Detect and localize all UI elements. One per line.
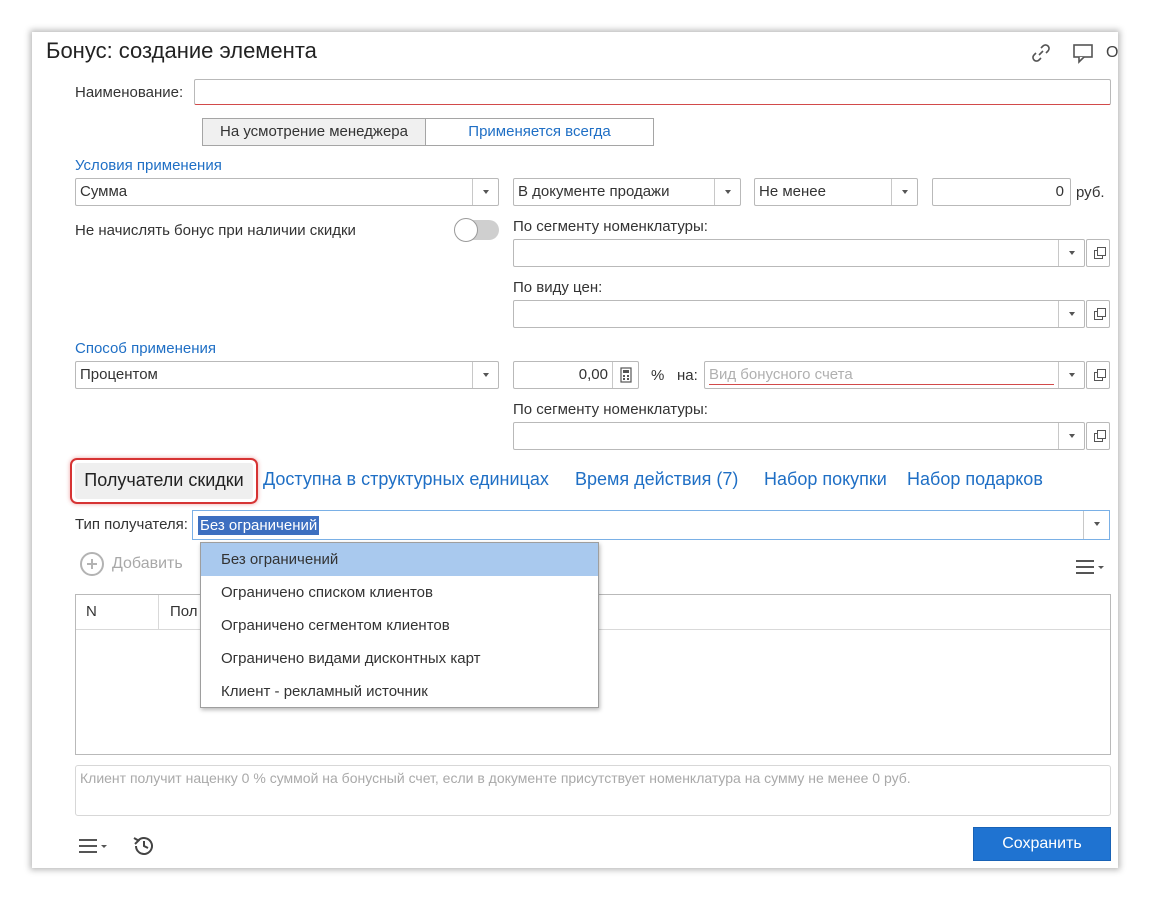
percent-sign: %	[651, 367, 665, 384]
on-label: на:	[677, 367, 698, 384]
mode-always-option[interactable]: Применяется всегда	[426, 119, 653, 145]
history-icon[interactable]	[130, 832, 158, 860]
price-type-label: По виду цен:	[513, 279, 603, 296]
name-input[interactable]	[194, 79, 1111, 105]
bonus-account-select[interactable]: Вид бонусного счета	[704, 361, 1085, 389]
chevron-down-icon[interactable]	[472, 362, 498, 388]
dropdown-option[interactable]: Ограничено списком клиентов	[201, 576, 598, 609]
tab-validity-time[interactable]: Время действия (7)	[575, 469, 738, 490]
discussion-icon[interactable]	[1072, 42, 1094, 64]
application-segment-select[interactable]	[513, 422, 1085, 450]
tab-purchase-set[interactable]: Набор покупки	[764, 469, 887, 490]
condition-type-select[interactable]: Сумма	[75, 178, 499, 206]
open-icon[interactable]	[1086, 300, 1110, 328]
currency-label: руб.	[1076, 184, 1105, 201]
conditions-section-title: Условия применения	[75, 157, 222, 174]
application-section-title: Способ применения	[75, 340, 216, 357]
chevron-down-icon[interactable]	[1058, 240, 1084, 266]
chevron-down-icon[interactable]	[714, 179, 740, 205]
window-title: Бонус: создание элемента	[46, 38, 317, 63]
amount-input[interactable]: 0	[932, 178, 1071, 206]
link-icon[interactable]	[1030, 42, 1052, 64]
tab-discount-recipients[interactable]: Получатели скидки	[70, 458, 258, 504]
percent-input[interactable]: 0,00	[513, 361, 639, 389]
dropdown-option[interactable]: Без ограничений	[201, 543, 598, 576]
chevron-down-icon[interactable]	[1058, 362, 1084, 388]
conditions-segment-select[interactable]	[513, 239, 1085, 267]
header-cut-text: О	[1106, 44, 1118, 61]
application-method-select[interactable]: Процентом	[75, 361, 499, 389]
open-icon[interactable]	[1086, 361, 1110, 389]
recipient-type-value: Без ограничений	[198, 516, 320, 535]
recipient-type-select[interactable]: Без ограничений	[192, 510, 1110, 540]
calculator-icon[interactable]	[612, 362, 638, 388]
tab-structural-units[interactable]: Доступна в структурных единицах	[263, 469, 549, 490]
bonus-create-window: Бонус: создание элемента О Наименование:…	[32, 32, 1118, 868]
bonus-note: Клиент получит наценку 0 % суммой на бон…	[75, 765, 1111, 816]
recipient-type-label: Тип получателя:	[75, 516, 188, 533]
chevron-down-icon[interactable]	[472, 179, 498, 205]
comparison-select[interactable]: Не менее	[754, 178, 918, 206]
dropdown-option[interactable]: Ограничено сегментом клиентов	[201, 609, 598, 642]
column-n[interactable]: N	[86, 603, 97, 620]
recipient-type-dropdown: Без ограничений Ограничено списком клиен…	[200, 542, 599, 708]
open-icon[interactable]	[1086, 422, 1110, 450]
dropdown-option[interactable]: Клиент - рекламный источник	[201, 675, 598, 708]
save-button[interactable]: Сохранить	[973, 827, 1111, 861]
footer-menu-icon[interactable]	[79, 834, 109, 858]
document-select[interactable]: В документе продажи	[513, 178, 741, 206]
chevron-down-icon[interactable]	[1058, 423, 1084, 449]
no-bonus-toggle[interactable]	[454, 218, 499, 242]
chevron-down-icon[interactable]	[1083, 511, 1109, 539]
mode-manager-option[interactable]: На усмотрение менеджера	[203, 119, 426, 145]
conditions-segment-label: По сегменту номенклатуры:	[513, 218, 708, 235]
table-menu-icon[interactable]	[1076, 555, 1106, 579]
application-segment-label: По сегменту номенклатуры:	[513, 401, 708, 418]
plus-icon	[80, 552, 104, 576]
mode-toggle: На усмотрение менеджера Применяется всег…	[202, 118, 654, 146]
chevron-down-icon[interactable]	[1058, 301, 1084, 327]
chevron-down-icon[interactable]	[891, 179, 917, 205]
price-type-select[interactable]	[513, 300, 1085, 328]
tab-gift-set[interactable]: Набор подарков	[907, 469, 1043, 490]
toggle-knob	[454, 218, 478, 242]
dropdown-option[interactable]: Ограничено видами дисконтных карт	[201, 642, 598, 675]
column-recipient[interactable]: Пол	[170, 603, 198, 620]
no-bonus-label: Не начислять бонус при наличии скидки	[75, 222, 356, 239]
name-label: Наименование:	[75, 84, 184, 101]
open-icon[interactable]	[1086, 239, 1110, 267]
